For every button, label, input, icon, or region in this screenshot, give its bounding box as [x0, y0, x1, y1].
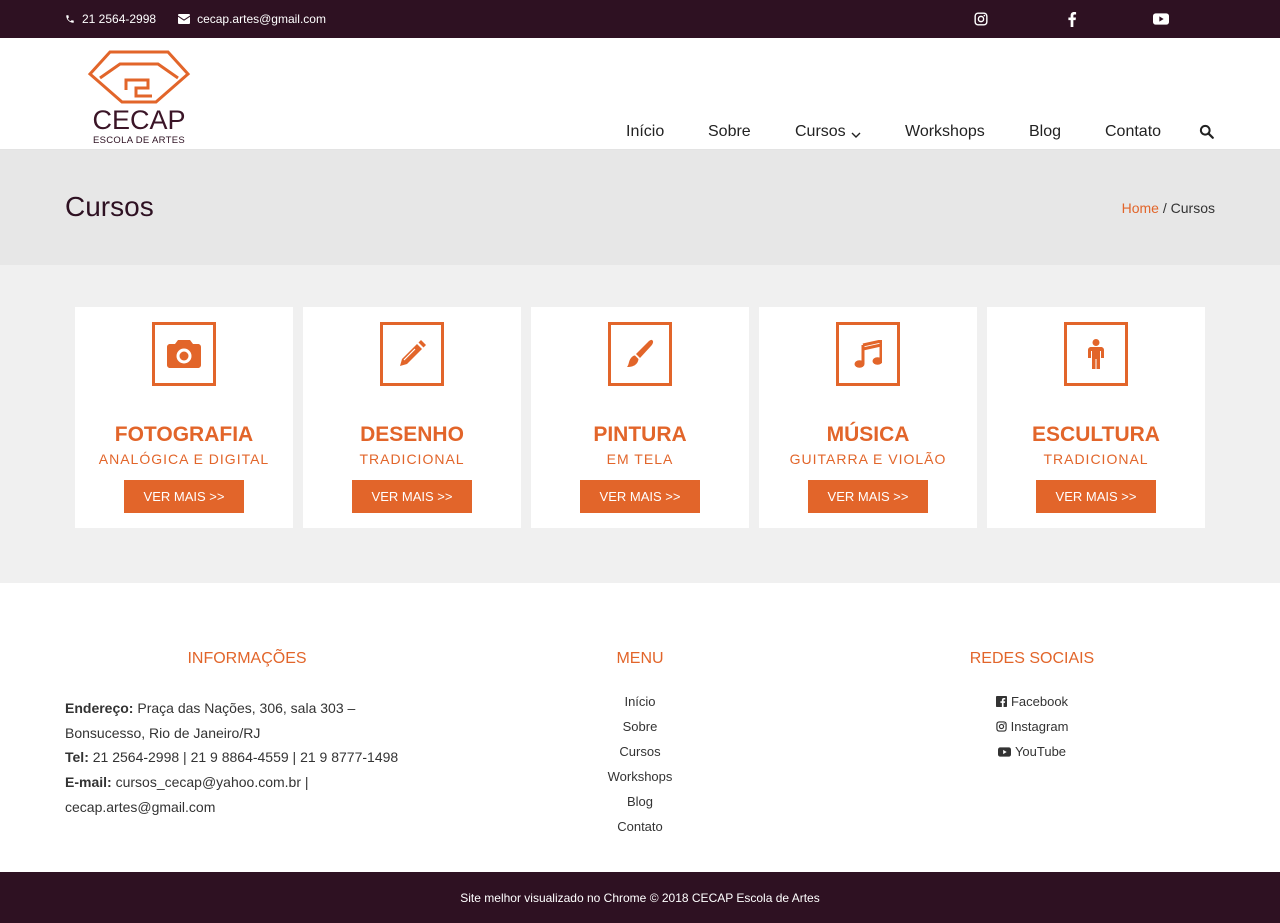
tel-value: 21 2564-2998 | 21 9 8864-4559 | 21 9 877… — [92, 749, 399, 766]
course-subtitle: TRADICIONAL — [1043, 451, 1149, 467]
chevron-down-icon — [851, 132, 861, 138]
course-subtitle: ANALÓGICA E DIGITAL — [98, 451, 270, 467]
course-icon-box — [1064, 322, 1128, 386]
course-card-desenho: DESENHO TRADICIONAL VER MAIS >> — [303, 307, 521, 528]
footer-menu-sobre[interactable]: Sobre — [623, 719, 658, 734]
site-footer: INFORMAÇÕES Endereço: Praça das Nações, … — [0, 583, 1280, 872]
course-icon-box — [152, 322, 216, 386]
course-name: MÚSICA — [826, 423, 910, 446]
main-nav: Início Sobre Cursos Workshops Blog Conta… — [0, 38, 1280, 150]
nav-item-sobre[interactable]: Sobre — [708, 122, 751, 142]
footer-social-label: Instagram — [1010, 719, 1069, 734]
paintbrush-icon — [627, 339, 654, 367]
course-icon-box — [608, 322, 672, 386]
nav-item-inicio[interactable]: Início — [626, 122, 664, 142]
person-icon — [1088, 339, 1104, 369]
course-card-fotografia: FOTOGRAFIA ANALÓGICA E DIGITAL VER MAIS … — [75, 307, 293, 528]
email-label: E-mail: — [65, 774, 112, 791]
tel-label: Tel: — [65, 749, 89, 766]
course-subtitle: GUITARRA E VIOLÃO — [789, 451, 947, 467]
course-subtitle: TRADICIONAL — [359, 451, 465, 467]
facebook-square-icon — [995, 696, 1007, 707]
footer-social-instagram[interactable]: Instagram — [932, 714, 1132, 739]
course-name: FOTOGRAFIA — [114, 423, 254, 446]
page-title-bar: Cursos Home / Cursos — [0, 150, 1280, 265]
pencil-icon — [400, 340, 426, 366]
footer-social-label: Facebook — [1010, 694, 1069, 709]
course-icon-box — [380, 322, 444, 386]
breadcrumb-current: Cursos — [1170, 200, 1215, 216]
footer-menu-workshops[interactable]: Workshops — [608, 769, 673, 784]
ver-mais-button[interactable]: VER MAIS >> — [808, 480, 928, 513]
top-socials — [0, 0, 1280, 38]
search-icon[interactable] — [1199, 124, 1214, 144]
music-icon — [854, 340, 882, 368]
footer-menu-title: MENU — [616, 650, 664, 667]
youtube-icon[interactable] — [1153, 11, 1169, 27]
footer-menu-inicio[interactable]: Início — [624, 694, 655, 709]
ver-mais-button[interactable]: VER MAIS >> — [580, 480, 700, 513]
nav-item-workshops[interactable]: Workshops — [905, 122, 985, 142]
site-header: CECAP ESCOLA DE ARTES Início Sobre Curso… — [0, 38, 1280, 150]
breadcrumb-home[interactable]: Home — [1122, 200, 1159, 216]
youtube-icon — [997, 746, 1011, 757]
camera-icon — [167, 340, 201, 368]
course-card-musica: MÚSICA GUITARRA E VIOLÃO VER MAIS >> — [759, 307, 977, 528]
course-name: ESCULTURA — [1032, 423, 1160, 446]
nav-item-contato[interactable]: Contato — [1105, 122, 1161, 142]
footer-social-youtube[interactable]: YouTube — [932, 739, 1132, 764]
course-name: DESENHO — [360, 423, 464, 446]
footer-socials: Facebook Instagram YouTube — [932, 689, 1132, 764]
address-label: Endereço: — [65, 700, 134, 716]
page-title: Cursos — [65, 191, 154, 222]
footer-social-facebook[interactable]: Facebook — [932, 689, 1132, 714]
top-bar: 21 2564-2998 cecap.artes@gmail.com — [0, 0, 1280, 38]
nav-item-cursos[interactable]: Cursos — [795, 122, 861, 142]
footer-info-title: INFORMAÇÕES — [187, 650, 307, 667]
footer-info: Endereço: Praça das Nações, 306, sala 30… — [65, 696, 415, 820]
course-card-escultura: ESCULTURA TRADICIONAL VER MAIS >> — [987, 307, 1205, 528]
ver-mais-button[interactable]: VER MAIS >> — [352, 480, 472, 513]
footer-menu-blog[interactable]: Blog — [627, 794, 653, 809]
course-name: PINTURA — [593, 423, 687, 446]
course-subtitle: EM TELA — [606, 451, 674, 467]
instagram-icon[interactable] — [973, 11, 989, 27]
footer-social-title: REDES SOCIAIS — [969, 650, 1095, 667]
instagram-icon — [995, 721, 1007, 732]
facebook-icon[interactable] — [1064, 11, 1080, 27]
footer-menu-contato[interactable]: Contato — [617, 819, 663, 834]
course-icon-box — [836, 322, 900, 386]
footer-social-label: YouTube — [1014, 744, 1067, 759]
footer-menu-cursos[interactable]: Cursos — [619, 744, 660, 759]
breadcrumb-separator: / — [1162, 200, 1167, 216]
footer-menu: Início Sobre Cursos Workshops Blog Conta… — [540, 689, 740, 839]
bottom-bar: Site melhor visualizado no Chrome © 2018… — [0, 872, 1280, 923]
course-card-pintura: PINTURA EM TELA VER MAIS >> — [531, 307, 749, 528]
courses-section: FOTOGRAFIA ANALÓGICA E DIGITAL VER MAIS … — [0, 265, 1280, 583]
ver-mais-button[interactable]: VER MAIS >> — [1036, 480, 1156, 513]
nav-item-cursos-label: Cursos — [795, 123, 846, 140]
copyright-text: Site melhor visualizado no Chrome © 2018… — [460, 890, 820, 905]
nav-item-blog[interactable]: Blog — [1029, 122, 1061, 142]
ver-mais-button[interactable]: VER MAIS >> — [124, 480, 244, 513]
breadcrumb: Home / Cursos — [1122, 200, 1215, 216]
